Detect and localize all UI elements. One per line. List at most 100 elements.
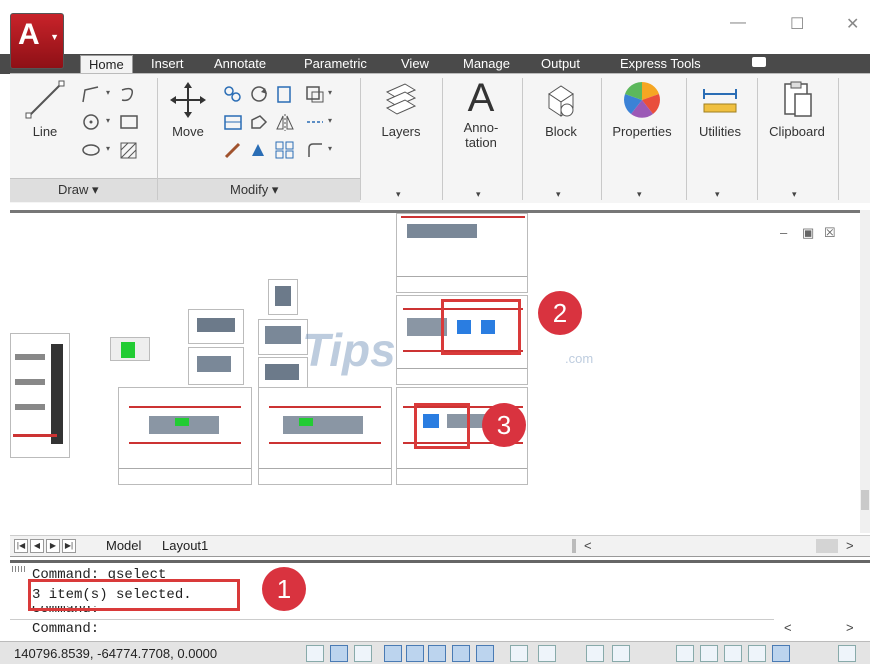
array-icon[interactable] bbox=[274, 140, 296, 160]
block-dropdown-icon[interactable]: ▾ bbox=[556, 189, 561, 200]
move-button[interactable]: Move bbox=[164, 80, 212, 139]
tab-model[interactable]: Model bbox=[106, 538, 141, 553]
polyline-icon[interactable] bbox=[80, 84, 102, 104]
tab-annotate[interactable]: Annotate bbox=[206, 55, 274, 75]
annotation-button[interactable]: A Anno- tation ▾ bbox=[446, 76, 516, 200]
stretch-icon[interactable] bbox=[222, 112, 244, 132]
grid-icon[interactable] bbox=[330, 645, 348, 662]
horizontal-scroll-thumb[interactable] bbox=[816, 539, 838, 553]
drawing-sheet[interactable] bbox=[258, 387, 392, 485]
ellipse-icon[interactable] bbox=[80, 140, 102, 160]
polyline-dropdown-icon[interactable]: ▾ bbox=[106, 88, 110, 97]
offset-dropdown-icon[interactable]: ▾ bbox=[328, 144, 332, 153]
block-button[interactable]: Block ▾ bbox=[526, 80, 596, 200]
rectangle-icon[interactable] bbox=[118, 112, 140, 132]
cmd-scroll-left-icon[interactable]: < bbox=[784, 620, 792, 635]
maximize-button[interactable]: ☐ bbox=[790, 14, 804, 34]
dynamic-input-icon[interactable] bbox=[510, 645, 528, 662]
drawing-sheet[interactable] bbox=[118, 387, 252, 485]
minimize-button[interactable]: — bbox=[730, 14, 746, 32]
quick-view-icon[interactable] bbox=[612, 645, 630, 662]
tab-insert[interactable]: Insert bbox=[143, 55, 192, 75]
zoom-icon[interactable] bbox=[700, 645, 718, 662]
drawing-canvas[interactable]: – ▣ ☒ TipsMake .com bbox=[10, 210, 860, 533]
layers-button[interactable]: Layers ▾ bbox=[366, 80, 436, 200]
first-layout-icon[interactable]: |◀ bbox=[14, 539, 28, 553]
draw-panel-title[interactable]: Draw ▾ bbox=[58, 182, 98, 198]
ribbon-toggle-icon[interactable] bbox=[752, 57, 766, 67]
circle-dropdown-icon[interactable]: ▾ bbox=[106, 116, 110, 125]
viewport-close-icon[interactable]: ☒ bbox=[824, 225, 836, 241]
ortho-icon[interactable] bbox=[384, 645, 402, 662]
drawing-sheet[interactable] bbox=[268, 279, 298, 315]
scrollbar-splitter[interactable] bbox=[572, 539, 576, 553]
tab-view[interactable]: View bbox=[393, 55, 437, 75]
erase-icon[interactable] bbox=[222, 140, 244, 160]
copy-icon[interactable] bbox=[222, 84, 244, 104]
extend-icon[interactable] bbox=[304, 112, 326, 132]
fillet-dropdown-icon[interactable]: ▾ bbox=[328, 88, 332, 97]
modify-panel-title[interactable]: Modify ▾ bbox=[230, 182, 278, 198]
utilities-dropdown-icon[interactable]: ▾ bbox=[715, 189, 720, 200]
drawing-sheet[interactable] bbox=[188, 309, 244, 344]
hatch-icon[interactable] bbox=[118, 140, 140, 160]
annotation-dropdown-icon[interactable]: ▾ bbox=[476, 189, 481, 200]
snap-icon[interactable] bbox=[354, 645, 372, 662]
ellipse-dropdown-icon[interactable]: ▾ bbox=[106, 144, 110, 153]
explode-icon[interactable] bbox=[248, 140, 270, 160]
close-button[interactable]: ✕ bbox=[846, 14, 859, 34]
ducs-icon[interactable] bbox=[476, 645, 494, 662]
scrollbar-thumb[interactable] bbox=[861, 490, 869, 510]
prev-layout-icon[interactable]: ◀ bbox=[30, 539, 44, 553]
workspace-icon[interactable] bbox=[772, 645, 790, 662]
tab-manage[interactable]: Manage bbox=[455, 55, 518, 75]
offset-icon[interactable] bbox=[304, 140, 326, 160]
drawing-sheet[interactable] bbox=[258, 357, 308, 389]
drawing-sheet[interactable] bbox=[396, 213, 528, 293]
grip-icon[interactable] bbox=[12, 566, 26, 572]
fullscreen-icon[interactable] bbox=[838, 645, 856, 662]
next-layout-icon[interactable]: ▶ bbox=[46, 539, 60, 553]
polar-icon[interactable] bbox=[406, 645, 424, 662]
drawing-sheet[interactable] bbox=[258, 319, 308, 355]
lineweight-icon[interactable] bbox=[538, 645, 556, 662]
arc-icon[interactable] bbox=[118, 84, 140, 104]
drawing-sheet[interactable] bbox=[10, 333, 70, 458]
scroll-left-icon[interactable]: < bbox=[584, 538, 592, 553]
showmotion-icon[interactable] bbox=[748, 645, 766, 662]
otrack-icon[interactable] bbox=[452, 645, 470, 662]
annotation-scale-icon[interactable] bbox=[676, 645, 694, 662]
trim-icon[interactable] bbox=[274, 84, 296, 104]
clipboard-dropdown-icon[interactable]: ▾ bbox=[792, 189, 797, 200]
circle-icon[interactable] bbox=[80, 112, 102, 132]
mirror-icon[interactable] bbox=[274, 112, 296, 132]
model-space-icon[interactable] bbox=[586, 645, 604, 662]
extend-dropdown-icon[interactable]: ▾ bbox=[328, 116, 332, 125]
osnap-icon[interactable] bbox=[428, 645, 446, 662]
steering-wheel-icon[interactable] bbox=[724, 645, 742, 662]
application-menu-button[interactable]: A ▼ bbox=[10, 13, 64, 69]
layers-dropdown-icon[interactable]: ▾ bbox=[396, 189, 401, 200]
last-layout-icon[interactable]: ▶| bbox=[62, 539, 76, 553]
viewport-minimize-icon[interactable]: – bbox=[780, 225, 787, 240]
drawing-sheet[interactable] bbox=[188, 347, 244, 385]
utilities-button[interactable]: Utilities ▾ bbox=[688, 80, 752, 200]
infer-constraints-icon[interactable] bbox=[306, 645, 324, 662]
fillet-icon[interactable] bbox=[304, 84, 326, 104]
line-button[interactable]: Line bbox=[20, 80, 70, 139]
tab-parametric[interactable]: Parametric bbox=[296, 55, 375, 75]
tab-home[interactable]: Home bbox=[80, 55, 133, 75]
command-input[interactable]: Command: bbox=[10, 619, 774, 639]
properties-dropdown-icon[interactable]: ▾ bbox=[637, 189, 642, 200]
properties-button[interactable]: Properties ▾ bbox=[603, 80, 681, 200]
drawing-sheet[interactable] bbox=[110, 337, 150, 361]
cmd-scroll-right-icon[interactable]: > bbox=[846, 620, 854, 635]
tab-output[interactable]: Output bbox=[533, 55, 588, 75]
clipboard-button[interactable]: Clipboard ▾ bbox=[760, 80, 834, 200]
viewport-restore-icon[interactable]: ▣ bbox=[802, 225, 814, 241]
tab-layout1[interactable]: Layout1 bbox=[162, 538, 208, 553]
tab-express-tools[interactable]: Express Tools bbox=[612, 55, 709, 75]
vertical-scrollbar[interactable] bbox=[860, 210, 870, 533]
scale-icon[interactable] bbox=[248, 112, 270, 132]
scroll-right-icon[interactable]: > bbox=[846, 538, 854, 553]
